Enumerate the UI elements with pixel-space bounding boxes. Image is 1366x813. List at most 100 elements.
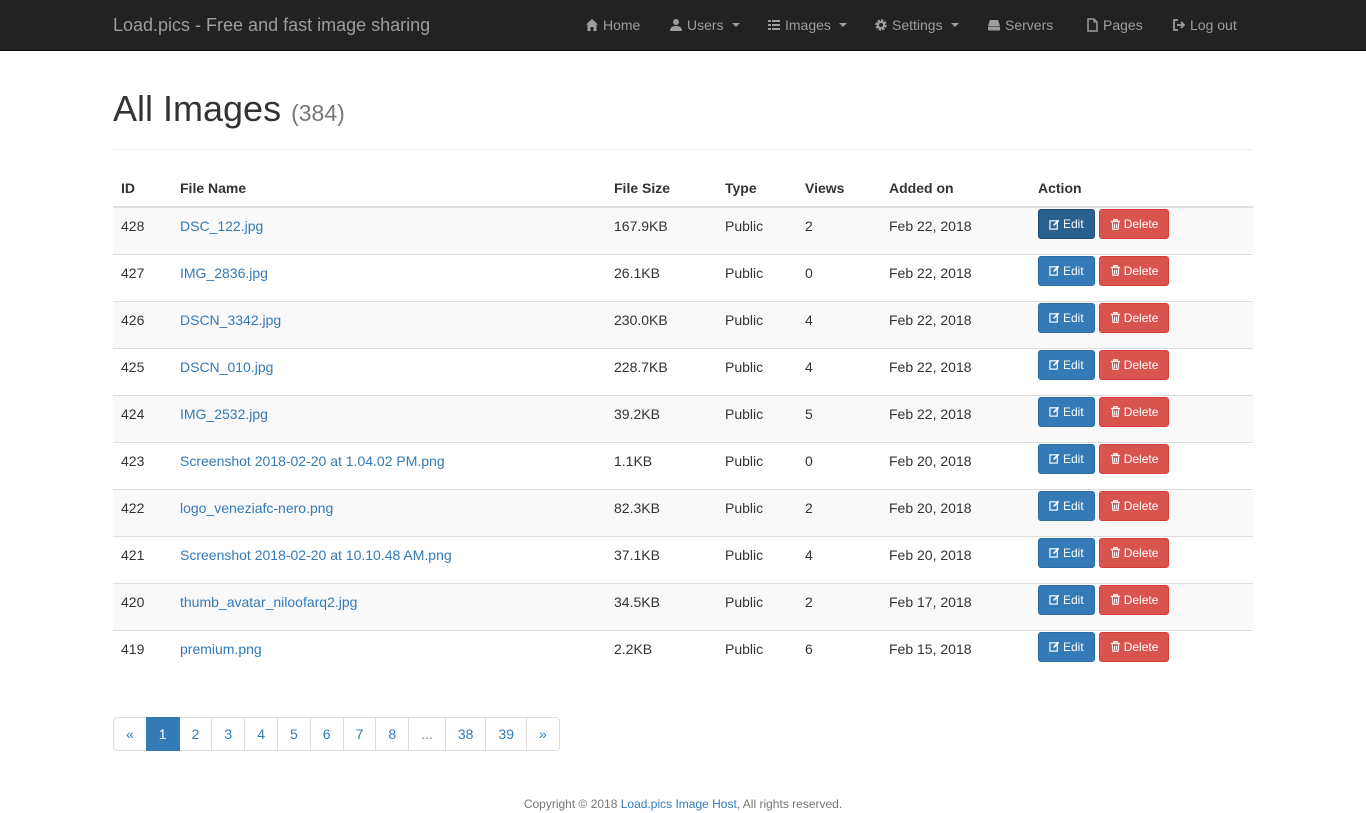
file-name-link[interactable]: thumb_avatar_niloofarq2.jpg xyxy=(180,594,357,610)
page-link-6[interactable]: 6 xyxy=(309,717,344,751)
nav-settings[interactable]: Settings xyxy=(874,15,959,35)
table-row: 427 IMG_2836.jpg 26.1KB Public 0 Feb 22, 2018… xyxy=(113,253,1253,301)
list-icon xyxy=(767,18,781,32)
chevron-down-icon xyxy=(950,23,959,27)
cell-file-name: Screenshot 2018-02-20 at 10.10.48 AM.png xyxy=(172,535,606,583)
edit-button[interactable]: Edit xyxy=(1038,584,1095,615)
image-count: (384) xyxy=(291,100,345,126)
edit-button[interactable]: Edit xyxy=(1038,255,1095,286)
edit-label: Edit xyxy=(1063,404,1084,419)
file-name-link[interactable]: premium.png xyxy=(180,641,262,657)
table-row: 421 Screenshot 2018-02-20 at 10.10.48 AM.… xyxy=(113,535,1253,583)
page-link-4[interactable]: 4 xyxy=(244,717,278,751)
page-link-8[interactable]: 8 xyxy=(375,717,410,751)
cell-type: Public xyxy=(717,582,797,630)
edit-button[interactable]: Edit xyxy=(1038,396,1095,427)
cell-added-on: Feb 22, 2018 xyxy=(881,394,1030,442)
footer-host-link[interactable]: Load.pics Image Host xyxy=(621,797,737,811)
delete-label: Delete xyxy=(1123,217,1159,231)
cell-file-size: 167.9KB xyxy=(606,207,717,254)
cell-views: 0 xyxy=(797,253,881,301)
nav-logout[interactable]: Log out xyxy=(1172,15,1237,35)
edit-button[interactable]: Edit xyxy=(1038,349,1095,380)
edit-button[interactable]: Edit xyxy=(1038,302,1095,333)
file-icon xyxy=(1085,18,1099,32)
file-name-link[interactable]: IMG_2836.jpg xyxy=(180,265,268,281)
edit-label: Edit xyxy=(1063,639,1084,654)
images-table: ID File Name File Size Type Views Added … xyxy=(113,170,1253,677)
file-name-link[interactable]: IMG_2532.jpg xyxy=(180,406,268,422)
delete-button[interactable]: Delete xyxy=(1098,349,1170,380)
cell-action: Edit Delete xyxy=(1030,207,1253,254)
edit-icon xyxy=(1049,500,1060,511)
edit-label: Edit xyxy=(1063,357,1084,372)
edit-icon xyxy=(1049,547,1060,558)
nav-users[interactable]: Users xyxy=(669,15,740,35)
page-link-38[interactable]: 38 xyxy=(444,717,487,751)
footer: Copyright © 2018 Load.pics Image Host, A… xyxy=(0,796,1366,812)
cell-id: 420 xyxy=(113,582,172,630)
delete-button[interactable]: Delete xyxy=(1098,209,1170,239)
page-link-5[interactable]: 5 xyxy=(276,717,311,751)
file-name-link[interactable]: Screenshot 2018-02-20 at 1.04.02 PM.png xyxy=(180,453,445,469)
trash-icon xyxy=(1110,547,1121,558)
table-row: 419 premium.png 2.2KB Public 6 Feb 15, 2018 Ed… xyxy=(113,629,1253,677)
delete-button[interactable]: Delete xyxy=(1098,443,1170,474)
cell-action: Edit Delete xyxy=(1030,347,1253,395)
gear-icon xyxy=(874,18,888,32)
prev-page-link[interactable]: « xyxy=(113,717,147,751)
edit-button[interactable]: Edit xyxy=(1038,443,1095,474)
nav-pages[interactable]: Pages xyxy=(1085,15,1143,35)
col-header-id: ID xyxy=(113,170,172,208)
cell-type: Public xyxy=(717,347,797,395)
cell-views: 4 xyxy=(797,535,881,583)
edit-icon xyxy=(1049,641,1060,652)
delete-button[interactable]: Delete xyxy=(1098,490,1170,521)
cell-added-on: Feb 15, 2018 xyxy=(881,629,1030,677)
page-link-39[interactable]: 39 xyxy=(485,717,527,751)
page-link-3[interactable]: 3 xyxy=(211,717,246,751)
trash-icon xyxy=(1110,406,1121,417)
footer-copyright: Copyright © 2018 xyxy=(523,797,621,811)
cell-type: Public xyxy=(717,253,797,301)
delete-button[interactable]: Delete xyxy=(1098,302,1170,333)
user-icon xyxy=(669,18,683,32)
file-name-link[interactable]: DSCN_3342.jpg xyxy=(180,312,281,328)
nav-home[interactable]: Home xyxy=(585,15,640,35)
nav-users-label: Users xyxy=(687,17,724,33)
nav-servers[interactable]: Servers xyxy=(987,15,1053,35)
top-navbar: Load.pics - Free and fast image sharing … xyxy=(0,0,1366,51)
cell-file-name: premium.png xyxy=(172,629,606,677)
delete-button[interactable]: Delete xyxy=(1098,584,1170,615)
brand-link[interactable]: Load.pics - Free and fast image sharing xyxy=(113,15,430,35)
page-link-1[interactable]: 1 xyxy=(145,717,180,751)
file-name-link[interactable]: Screenshot 2018-02-20 at 10.10.48 AM.png xyxy=(180,547,452,563)
edit-button[interactable]: Edit xyxy=(1038,490,1095,521)
col-header-file-name: File Name xyxy=(172,170,606,208)
edit-button[interactable]: Edit xyxy=(1038,631,1095,662)
edit-button[interactable]: Edit xyxy=(1038,537,1095,568)
cell-file-name: thumb_avatar_niloofarq2.jpg xyxy=(172,582,606,630)
page-link-7[interactable]: 7 xyxy=(342,717,377,751)
delete-button[interactable]: Delete xyxy=(1098,631,1170,662)
file-name-link[interactable]: DSC_122.jpg xyxy=(180,218,263,234)
next-page-link[interactable]: » xyxy=(526,717,560,751)
cell-file-size: 34.5KB xyxy=(606,582,717,630)
table-row: 425 DSCN_010.jpg 228.7KB Public 4 Feb 22, 201… xyxy=(113,347,1253,395)
delete-button[interactable]: Delete xyxy=(1098,255,1170,286)
delete-button[interactable]: Delete xyxy=(1098,396,1170,427)
nav-images[interactable]: Images xyxy=(767,15,847,35)
cell-file-name: IMG_2836.jpg xyxy=(172,253,606,301)
chevron-down-icon xyxy=(838,23,847,27)
cell-id: 427 xyxy=(113,253,172,301)
cell-action: Edit Delete xyxy=(1030,488,1253,536)
file-name-link[interactable]: logo_veneziafc-nero.png xyxy=(180,500,333,516)
file-name-link[interactable]: DSCN_010.jpg xyxy=(180,359,273,375)
cell-action: Edit Delete xyxy=(1030,535,1253,583)
cell-views: 2 xyxy=(797,582,881,630)
cell-views: 2 xyxy=(797,207,881,254)
cell-file-size: 1.1KB xyxy=(606,441,717,489)
delete-button[interactable]: Delete xyxy=(1098,537,1170,568)
page-link-2[interactable]: 2 xyxy=(178,717,213,751)
edit-button[interactable]: Edit xyxy=(1038,209,1095,239)
